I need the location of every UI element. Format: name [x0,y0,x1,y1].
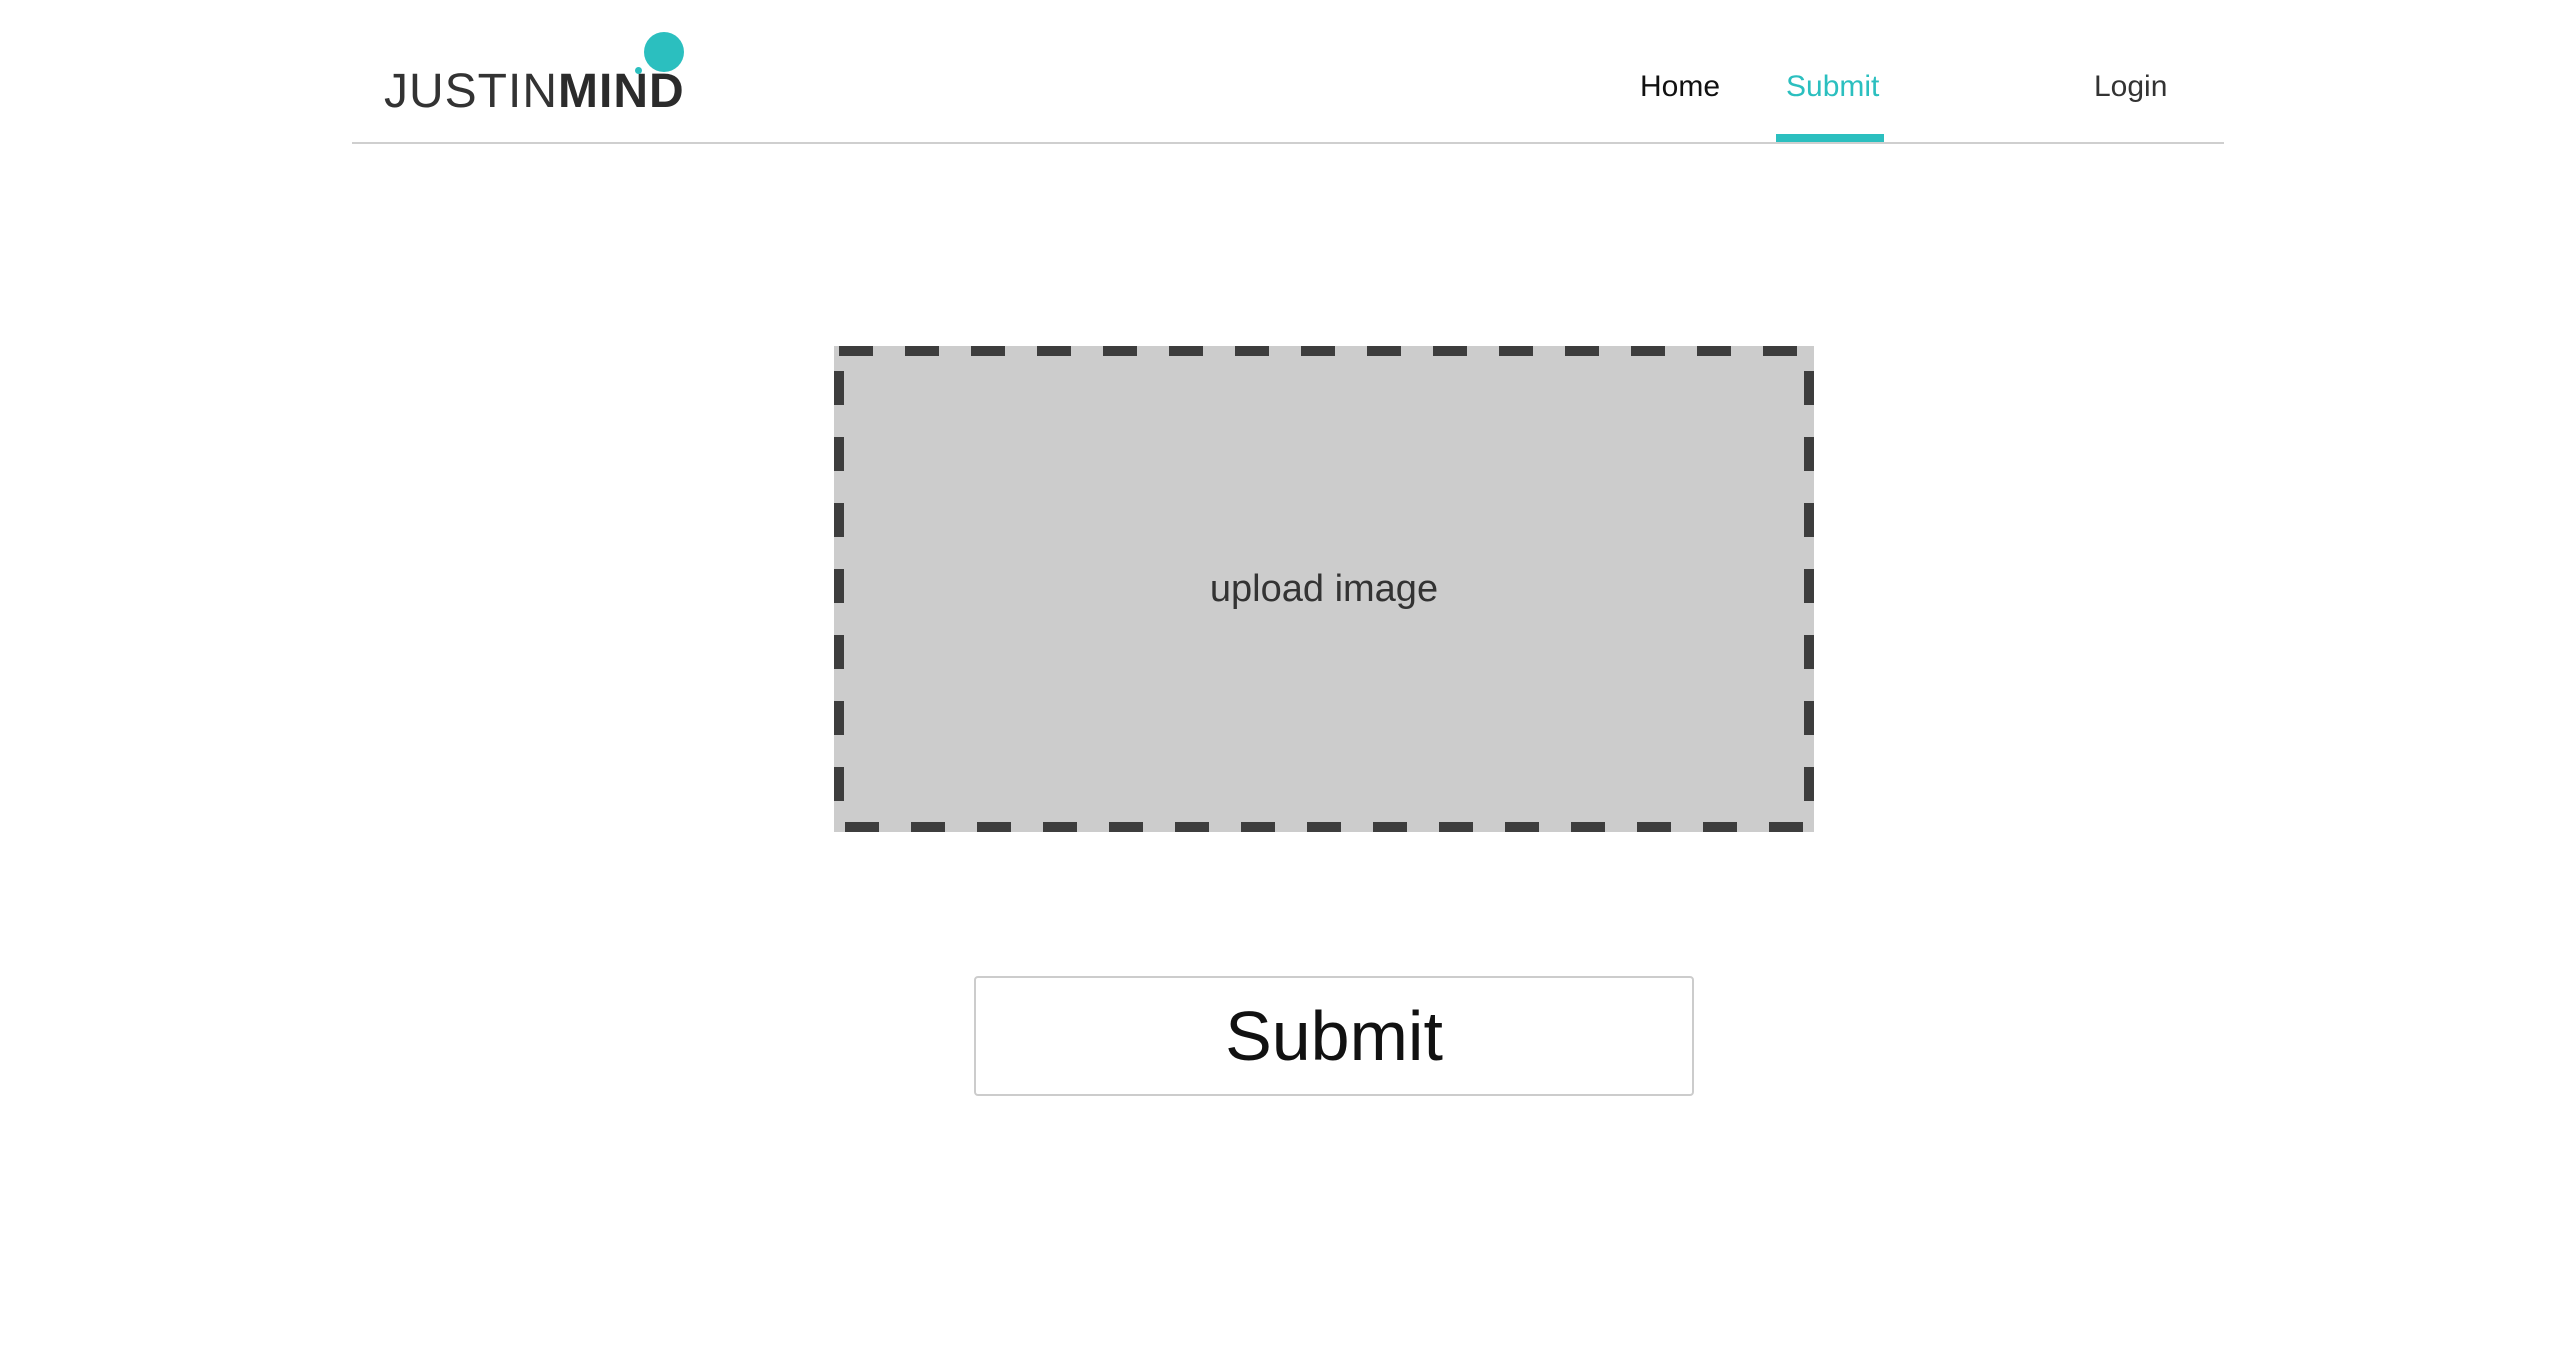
logo-dot-icon [644,32,684,72]
logo-wordmark: JUSTINMIND [384,68,685,116]
top-navigation-bar: JUSTINMIND Home Submit Login [352,0,2224,144]
active-tab-indicator [1776,134,1884,142]
logo-small-dot-icon [635,67,642,74]
nav-login-link[interactable]: Login [2094,72,2167,102]
justinmind-logo[interactable]: JUSTINMIND [384,28,684,118]
logo-text-light: JUSTIN [384,65,558,118]
upload-image-dropzone[interactable]: upload image [834,346,1814,832]
nav-home-link[interactable]: Home [1640,72,1720,102]
submit-button[interactable]: Submit [974,976,1694,1096]
logo-text-bold: MIND [558,65,685,118]
upload-image-label: upload image [1209,568,1439,610]
nav-submit-link[interactable]: Submit [1786,72,1879,102]
